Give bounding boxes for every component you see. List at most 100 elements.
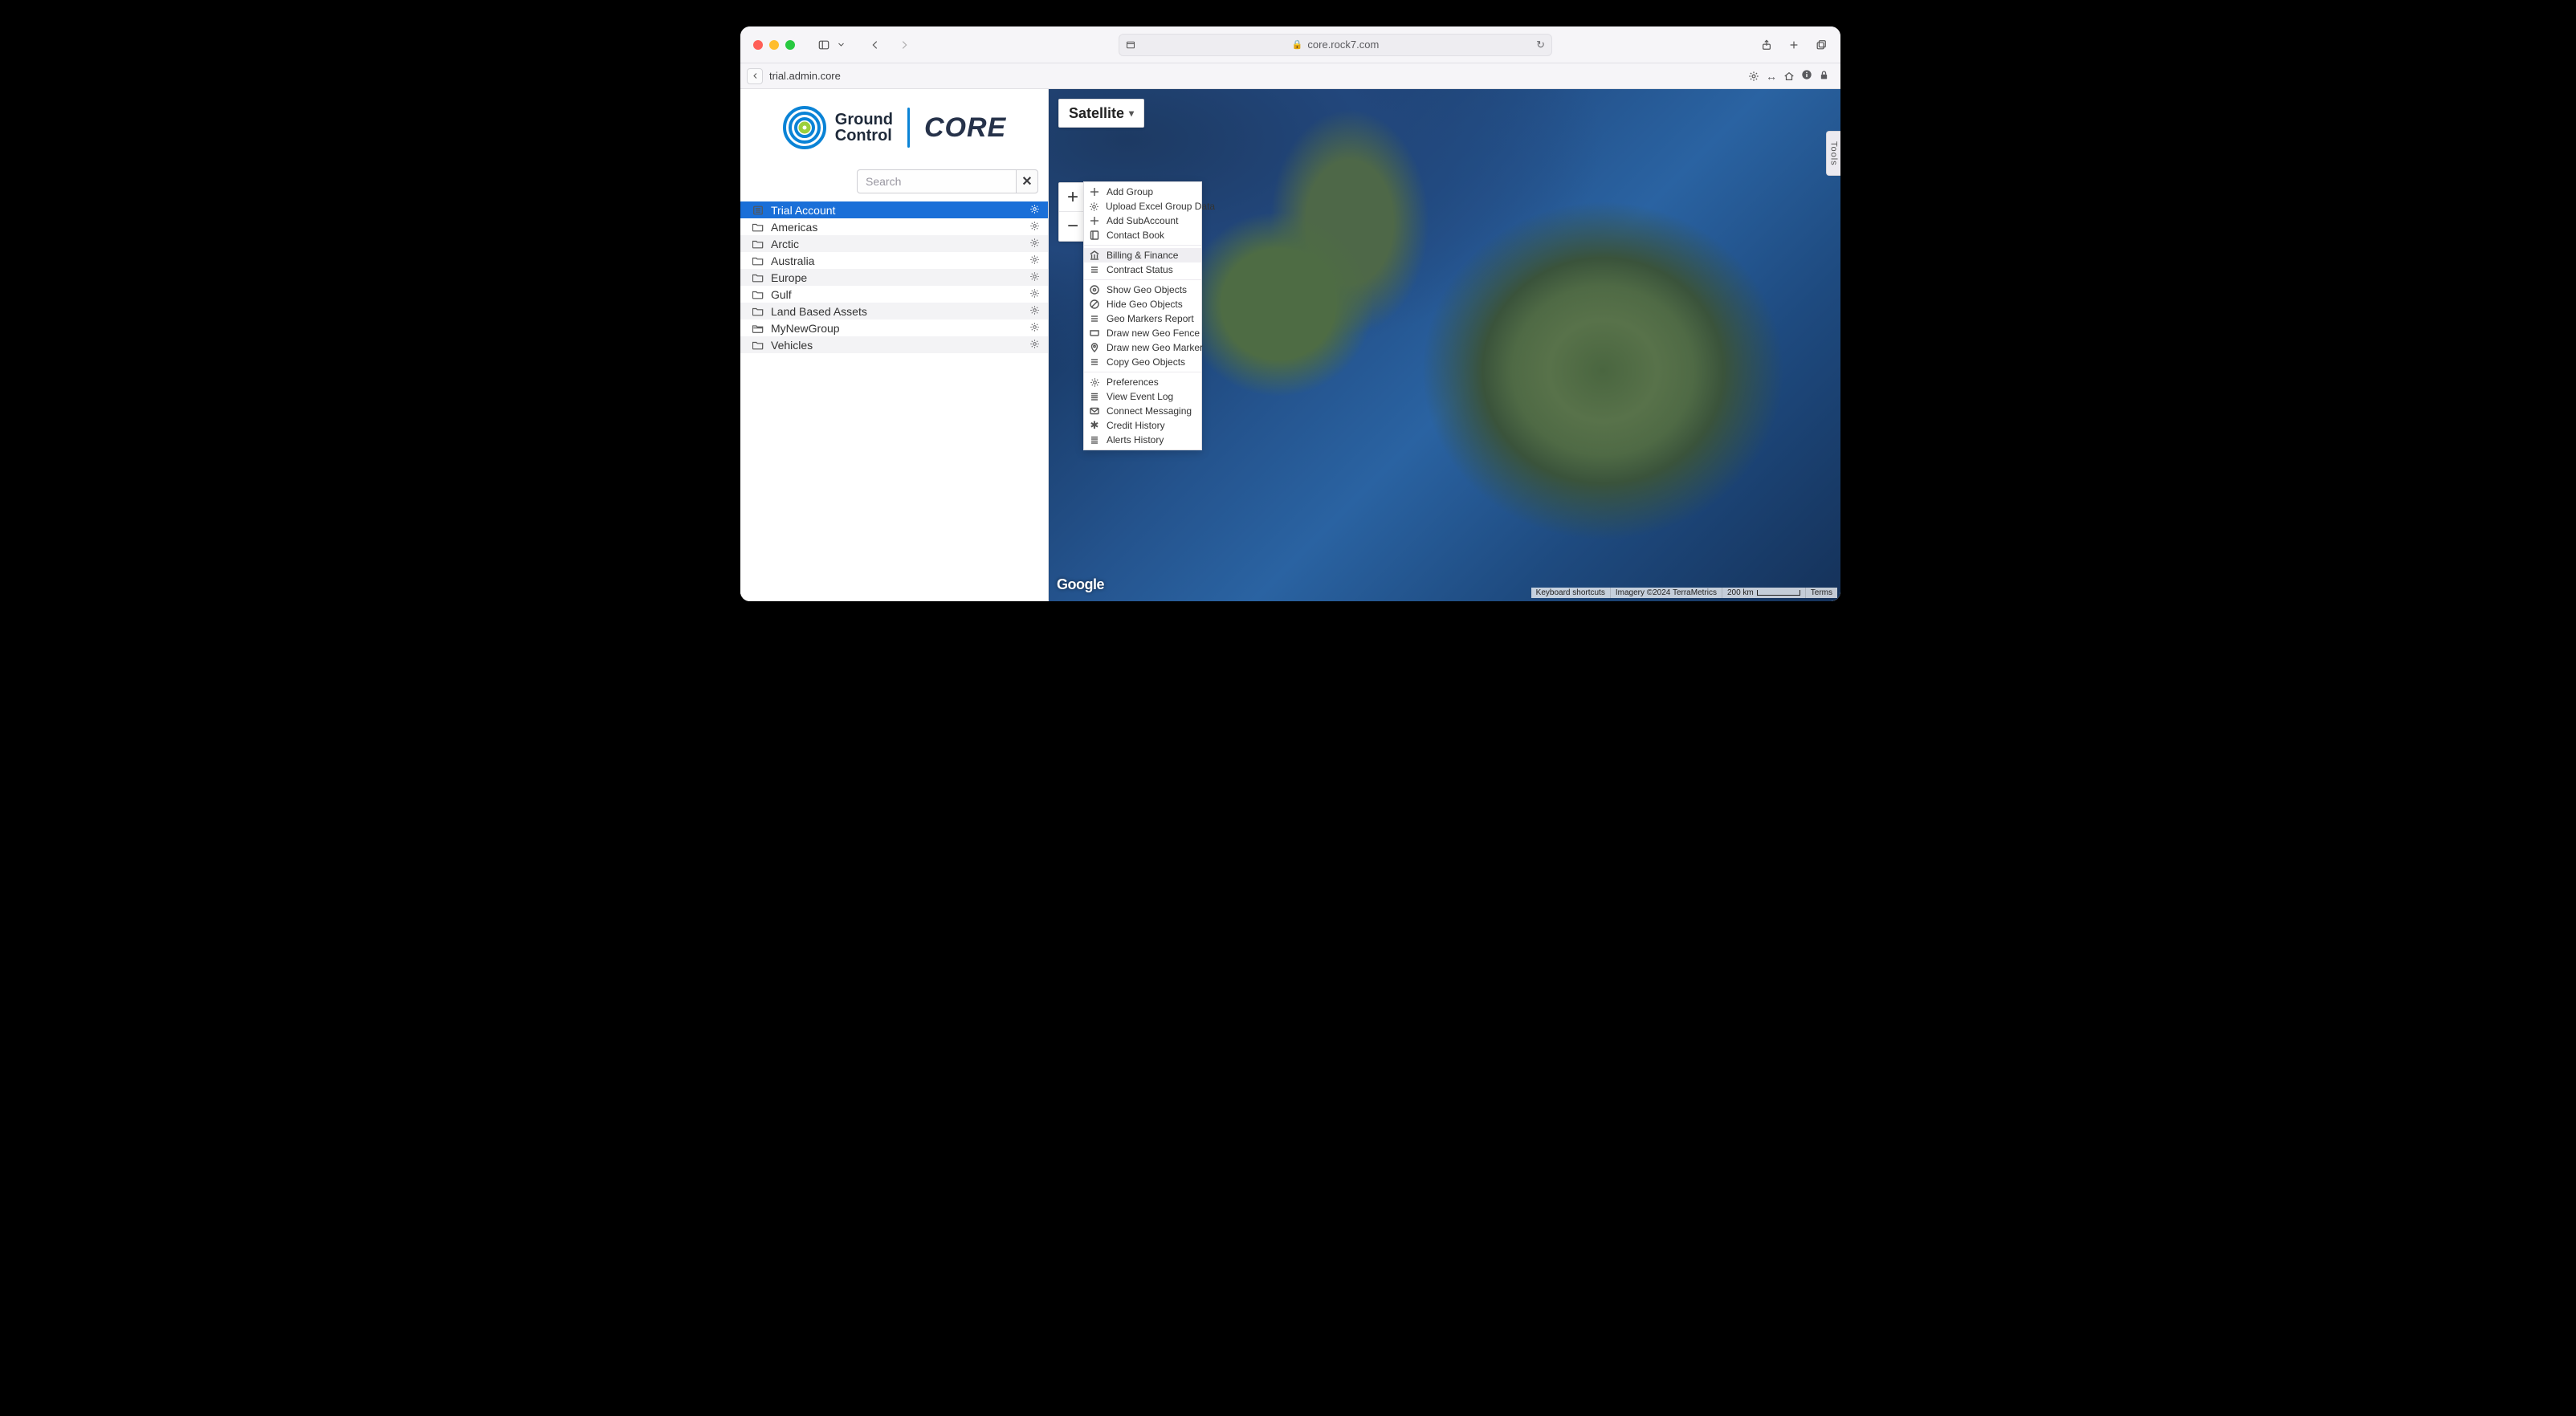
folder-icon [752,323,764,334]
sidebar-dropdown-icon[interactable] [835,35,846,55]
gear-icon[interactable] [1029,204,1040,217]
search-input[interactable] [857,169,1016,193]
terms-link[interactable]: Terms [1805,588,1837,598]
menu-item[interactable]: Geo Markers Report [1084,311,1201,326]
tree-item-label: Vehicles [771,339,813,352]
minimize-window[interactable] [769,40,779,50]
tree-item[interactable]: Americas [740,218,1048,235]
gear-icon[interactable] [1029,254,1040,267]
map-credits: Keyboard shortcuts Imagery ©2024 TerraMe… [1531,588,1837,598]
gear-icon[interactable] [1029,238,1040,250]
home-icon[interactable] [1783,71,1795,82]
menu-item[interactable]: Hide Geo Objects [1084,297,1201,311]
logo-brand: CORE [924,112,1006,144]
share-icon[interactable] [1755,35,1778,55]
tree-item[interactable]: Australia [740,252,1048,269]
google-logo: Google [1057,576,1104,593]
gear-icon[interactable] [1029,221,1040,234]
tree-item-label: Gulf [771,288,792,301]
tree-item[interactable]: Vehicles [740,336,1048,353]
tree-root-label: Trial Account [771,204,835,217]
expand-icon[interactable]: ↔ [1766,70,1777,83]
lines-icon [1089,391,1100,402]
chevron-down-icon: ▾ [1129,108,1134,119]
page-settings-icon[interactable] [1126,40,1135,50]
lock-icon-2[interactable] [1819,70,1829,83]
menu-item[interactable]: Connect Messaging [1084,404,1201,418]
gear-icon[interactable] [1029,288,1040,301]
mail-icon [1089,405,1100,417]
new-tab-icon[interactable] [1783,35,1805,55]
sidebar-toggle[interactable] [813,35,835,55]
menu-item-label: Upload Excel Group Data [1106,201,1215,212]
folder-icon [752,340,764,351]
sidebar: Ground Control CORE ✕ Trial AccountAmeri… [740,89,1049,601]
gear-icon[interactable] [1029,305,1040,318]
menu-item-label: Hide Geo Objects [1107,299,1183,310]
folder-icon [752,255,764,267]
search-clear-button[interactable]: ✕ [1016,169,1038,193]
gear-icon[interactable] [1029,271,1040,284]
eye-icon [1089,284,1100,295]
menu-item[interactable]: Contract Status [1084,262,1201,277]
gear-icon[interactable] [1029,339,1040,352]
menu-item[interactable]: Add SubAccount [1084,214,1201,228]
noeye-icon [1089,299,1100,310]
tree-item[interactable]: Europe [740,269,1048,286]
reload-icon[interactable]: ↻ [1536,39,1545,51]
menu-item[interactable]: Show Geo Objects [1084,283,1201,297]
folder-icon [752,222,764,233]
menu-item[interactable]: Upload Excel Group Data [1084,199,1201,214]
tree-item-label: Arctic [771,238,799,250]
menu-item[interactable]: ✱Credit History [1084,418,1201,433]
close-window[interactable] [753,40,763,50]
tree-item[interactable]: Gulf [740,286,1048,303]
lock-icon: 🔒 [1292,39,1303,50]
menu-item-label: View Event Log [1107,391,1173,402]
menu-item[interactable]: Billing & Finance [1084,248,1201,262]
zoom-in-button[interactable]: + [1059,183,1086,212]
tree-item-label: Land Based Assets [771,305,867,318]
menu-item[interactable]: Contact Book [1084,228,1201,242]
gear-icon[interactable] [1029,322,1040,335]
tree-item[interactable]: Arctic [740,235,1048,252]
tree-item[interactable]: Land Based Assets [740,303,1048,319]
tools-tab[interactable]: Tools [1826,131,1840,176]
info-icon[interactable] [1801,69,1812,83]
map-type-dropdown[interactable]: Satellite ▾ [1058,99,1144,128]
logo-line1: Ground [835,112,893,128]
map-scale: 200 km [1722,588,1805,598]
menu-item-label: Billing & Finance [1107,250,1178,261]
imagery-attrib: Imagery ©2024 TerraMetrics [1610,588,1722,598]
gear-icon [1089,376,1100,388]
menu-item[interactable]: View Event Log [1084,389,1201,404]
address-bar[interactable]: 🔒 core.rock7.com ↻ [1119,34,1552,56]
menu-item[interactable]: Add Group [1084,185,1201,199]
list-icon [1089,356,1100,368]
tabs-icon[interactable] [1810,35,1832,55]
menu-item-label: Draw new Geo Marker [1107,342,1203,353]
menu-item[interactable]: Draw new Geo Fence [1084,326,1201,340]
menu-item[interactable]: Alerts History [1084,433,1201,447]
menu-item[interactable]: Copy Geo Objects [1084,355,1201,369]
logo-text: Ground Control [835,112,893,144]
menu-item[interactable]: Draw new Geo Marker [1084,340,1201,355]
zoom-out-button[interactable]: − [1059,212,1086,241]
nav-back[interactable] [864,35,887,55]
tree-item[interactable]: MyNewGroup [740,319,1048,336]
tab-back-button[interactable] [747,68,763,84]
menu-item-label: Alerts History [1107,434,1164,446]
maximize-window[interactable] [785,40,795,50]
menu-item-label: Add SubAccount [1107,215,1178,226]
tree-root[interactable]: Trial Account [740,201,1048,218]
map-type-label: Satellite [1069,105,1124,122]
account-context-menu: Add GroupUpload Excel Group DataAdd SubA… [1083,181,1202,450]
logo-rings-icon [782,105,827,150]
keyboard-shortcuts-link[interactable]: Keyboard shortcuts [1531,588,1610,598]
nav-forward[interactable] [893,35,915,55]
address-url: core.rock7.com [1307,39,1379,51]
account-tree: Trial AccountAmericas Arctic AustraliaEuro… [740,201,1048,601]
folder-icon [752,289,764,300]
menu-item[interactable]: Preferences [1084,375,1201,389]
settings-icon[interactable] [1748,71,1759,82]
